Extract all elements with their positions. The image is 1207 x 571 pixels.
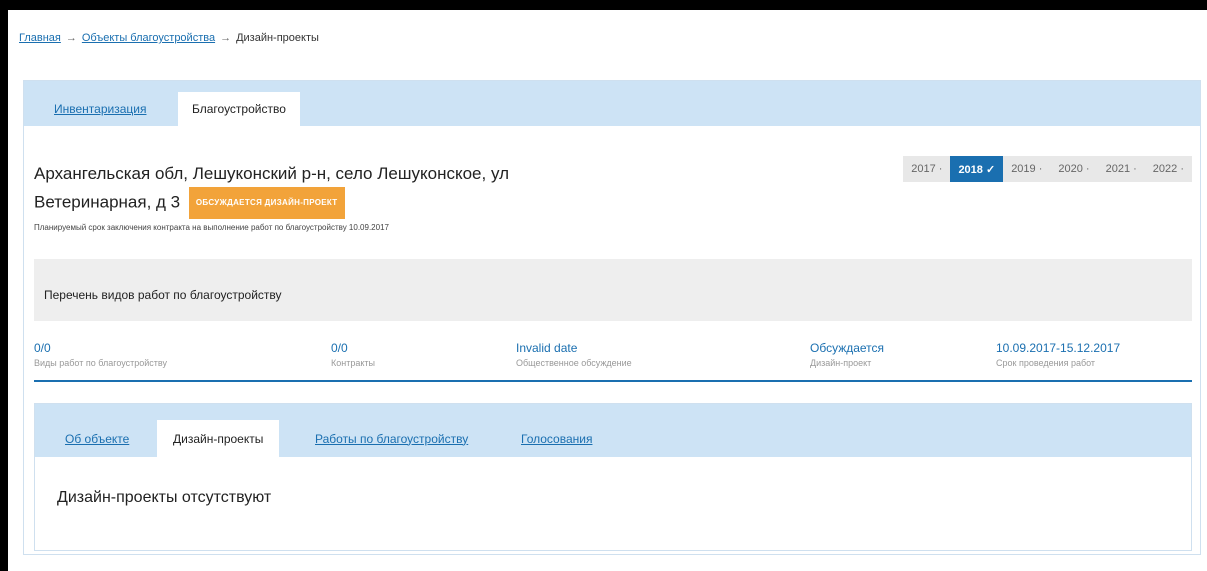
year-2020[interactable]: 2020 · [1050,163,1097,175]
stat-contracts: 0/0 Контракты [331,341,375,368]
object-card: Инвентаризация Благоустройство Архангель… [23,80,1201,555]
year-2019[interactable]: 2019 · [1003,163,1050,175]
breadcrumb-separator: → [220,32,232,44]
details-tabs: Об объекте Дизайн-проекты Работы по благ… [35,404,1191,457]
empty-state-message: Дизайн-проекты отсутствуют [57,489,272,506]
stat-work-period: 10.09.2017-15.12.2017 Срок проведения ра… [996,341,1120,368]
planned-contract-note: Планируемый срок заключения контракта на… [34,223,389,232]
year-2018[interactable]: 2018 ✓ [950,156,1004,182]
stat-value: 0/0 [331,341,348,355]
stat-design-project: Обсуждается Дизайн-проект [810,341,884,368]
stat-work-types: 0/0 Виды работ по благоустройству [34,341,167,368]
tab-design-projects[interactable]: Дизайн-проекты [157,420,280,457]
tab-improvement[interactable]: Благоустройство [178,92,300,126]
stats-row: 0/0 Виды работ по благоустройству 0/0 Ко… [34,341,1192,382]
details-panel: Об объекте Дизайн-проекты Работы по благ… [34,403,1192,551]
page-frame: Главная → Объекты благоустройства → Дизайн-п… [8,10,1207,571]
stat-label: Дизайн-проект [810,358,872,368]
object-title-line2: Ветеринарная, д 3 [34,192,181,212]
object-title: Архангельская обл, Лешуконский р-н, село… [34,161,834,219]
stat-label: Контракты [331,358,375,368]
stat-value: Обсуждается [810,341,885,355]
year-2017[interactable]: 2017 · [903,163,950,175]
tab-voting[interactable]: Голосования [505,420,608,457]
breadcrumb-current: Дизайн-проекты [236,32,319,44]
year-2022[interactable]: 2022 · [1145,163,1192,175]
year-selector: 2017 · 2018 ✓ 2019 · 2020 · 2021 · 2022 … [903,156,1192,182]
breadcrumb: Главная → Объекты благоустройства → Дизайн-п… [19,32,319,44]
main-tabs: Инвентаризация Благоустройство [24,81,1200,126]
tab-inventory[interactable]: Инвентаризация [40,92,160,126]
breadcrumb-separator: → [65,32,77,44]
status-badge: ОБСУЖДАЕТСЯ ДИЗАЙН-ПРОЕКТ [188,187,345,219]
year-2021[interactable]: 2021 · [1098,163,1145,175]
breadcrumb-home-link[interactable]: Главная [19,32,61,44]
tab-improvement-works[interactable]: Работы по благоустройству [299,420,484,457]
breadcrumb-objects-link[interactable]: Объекты благоустройства [82,32,215,44]
stat-value: Invalid date [516,341,578,355]
stat-label: Срок проведения работ [996,358,1096,368]
work-list-header[interactable]: Перечень видов работ по благоустройству [34,259,1192,321]
object-header: Архангельская обл, Лешуконский р-н, село… [34,161,834,232]
stat-label: Виды работ по благоустройству [34,358,167,368]
stat-value: 10.09.2017-15.12.2017 [996,341,1121,355]
stat-value: 0/0 [34,341,51,355]
object-title-line1: Архангельская обл, Лешуконский р-н, село… [34,164,509,183]
stat-label: Общественное обсуждение [516,358,632,368]
stat-public-discussion: Invalid date Общественное обсуждение [516,341,632,368]
tab-about-object[interactable]: Об объекте [49,420,145,457]
